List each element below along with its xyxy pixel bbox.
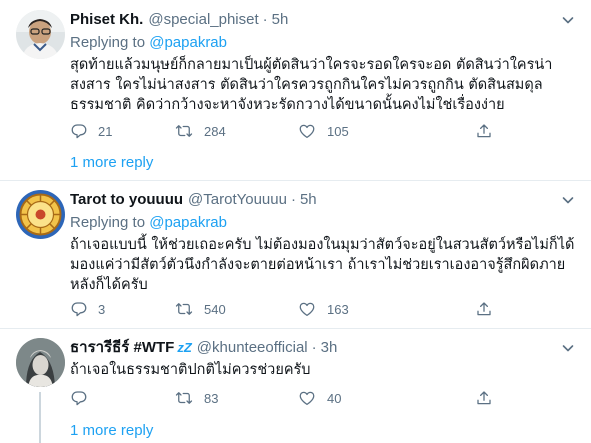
retweet-icon [175,392,193,404]
tweet-text: ถ้าเจอในธรรมชาติปกติไม่ควรช่วยครับ [70,362,311,378]
mention-link[interactable]: @papakrab [149,34,227,51]
divider [0,180,591,181]
thread-line [39,392,41,443]
reply-action[interactable]: 21 [70,120,112,142]
tweet-actions: 3 540 163 [70,298,510,320]
separator-dot: · [311,339,317,356]
share-action[interactable] [475,298,493,320]
reply-action[interactable]: 3 [70,298,105,320]
avatar[interactable] [16,338,65,387]
tweet-text: ถ้าเจอแบบนี้ ให้ช่วยเถอะครับ ไม่ต้องมองใ… [70,237,575,293]
like-count: 163 [327,301,349,317]
retweet-count: 83 [204,390,219,406]
chevron-down-icon[interactable] [557,190,579,210]
tweet-content: Tarot to youuuu @TarotYouuuu · 5h Replyi… [70,190,579,295]
share-icon [477,302,491,316]
tweet-content: Phiset Kh. @special_phiset · 5h Replying… [70,10,579,115]
reply-icon [71,124,87,139]
avatar[interactable] [16,10,65,59]
share-action[interactable] [475,387,493,409]
replying-to-label: Replying to [70,214,150,231]
replying-to-label: Replying to [70,34,150,51]
like-icon [299,302,315,317]
like-icon [299,391,315,406]
author-name[interactable]: ธารารีธีร์ #WTF [70,338,174,358]
retweet-count: 540 [204,301,226,317]
tweet-header: Tarot to youuuu @TarotYouuuu · 5h [70,190,579,210]
tweet-text: สุดท้ายแล้วมนุษย์ก็กลายมาเป็นผู้ตัดสินว่… [70,57,553,113]
like-icon [299,124,315,139]
avatar[interactable] [16,190,65,239]
reply-icon [71,302,87,317]
share-icon [477,391,491,405]
tweet-content: ธารารีธีร์ #WTF zZ @khunteeofficial · 3h… [70,338,579,380]
chevron-down-icon[interactable] [557,10,579,30]
separator-dot: · [262,11,268,28]
separator-dot: · [290,191,296,208]
tweet-header: ธารารีธีร์ #WTF zZ @khunteeofficial · 3h [70,338,579,358]
retweet-icon [175,303,193,315]
reply-icon [71,391,87,406]
tweet[interactable]: Phiset Kh. @special_phiset · 5h Replying… [0,10,591,171]
author-handle[interactable]: @khunteeofficial [197,338,308,358]
retweet-action[interactable]: 284 [174,120,226,142]
like-action[interactable]: 40 [297,387,341,409]
author-name[interactable]: Phiset Kh. [70,10,143,30]
mention-link[interactable]: @papakrab [149,214,227,231]
timestamp[interactable]: 5h [300,190,317,210]
reply-count: 3 [98,301,106,317]
show-more-replies-link[interactable]: 1 more reply [70,422,153,439]
replying-to: Replying to @papakrab [70,33,579,53]
show-more-replies-link[interactable]: 1 more reply [70,154,153,171]
tweet[interactable]: ธารารีธีร์ #WTF zZ @khunteeofficial · 3h… [0,338,591,443]
author-handle[interactable]: @TarotYouuuu [188,190,287,210]
author-name[interactable]: Tarot to youuuu [70,190,183,210]
like-count: 105 [327,123,349,139]
reply-action[interactable] [70,387,98,409]
tweet-header: Phiset Kh. @special_phiset · 5h [70,10,579,30]
divider [0,328,591,329]
tweet[interactable]: Tarot to youuuu @TarotYouuuu · 5h Replyi… [0,190,591,330]
share-icon [477,124,491,138]
chevron-down-icon[interactable] [557,338,579,358]
retweet-action[interactable]: 540 [174,298,226,320]
tweet-actions: 83 40 [70,387,510,409]
timestamp[interactable]: 5h [272,10,289,30]
replying-to: Replying to @papakrab [70,213,579,233]
tweet-actions: 21 284 105 [70,120,510,142]
reply-count: 21 [98,123,113,139]
like-action[interactable]: 163 [297,298,349,320]
share-action[interactable] [475,120,493,142]
retweet-icon [175,125,193,137]
like-action[interactable]: 105 [297,120,349,142]
timestamp[interactable]: 3h [321,338,338,358]
sleep-emoji: zZ [177,340,192,355]
retweet-count: 284 [204,123,226,139]
like-count: 40 [327,390,342,406]
author-handle[interactable]: @special_phiset [148,10,258,30]
retweet-action[interactable]: 83 [174,387,218,409]
